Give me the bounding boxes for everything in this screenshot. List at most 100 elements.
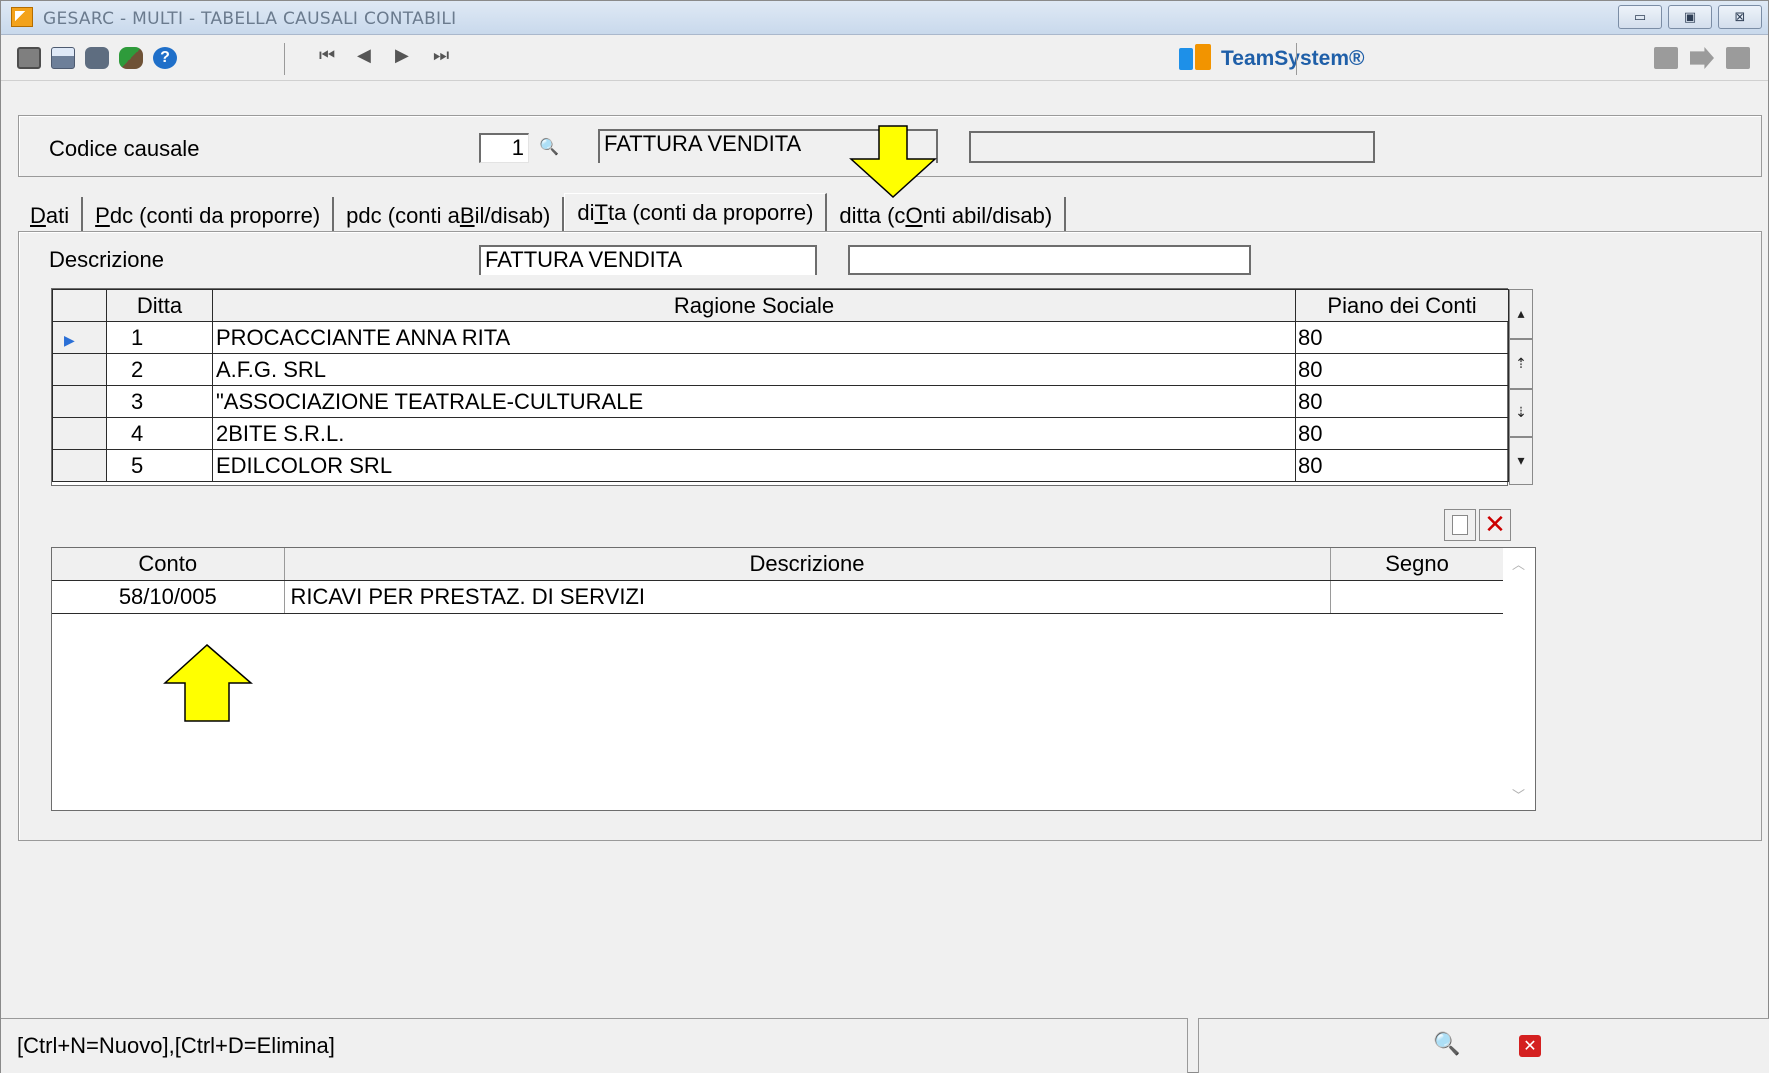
tab-label-prefix: pdc (conti a (346, 203, 460, 228)
delete-icon: ✕ (1484, 510, 1506, 540)
cell-ragione-sociale[interactable]: "ASSOCIAZIONE TEATRALE-CULTURALE (212, 385, 1296, 418)
cell-ditta[interactable]: 5 (106, 449, 213, 482)
cell-ragione-sociale[interactable]: A.F.G. SRL (212, 353, 1296, 386)
column-header-segno[interactable]: Segno (1330, 548, 1505, 581)
tab-label-prefix: di (577, 200, 595, 225)
toolbar: ? ⏮ ◀ ▶ ⏭ TeamSystem® (1, 35, 1768, 81)
close-icon[interactable]: ✕ (1519, 1035, 1541, 1057)
table-row[interactable]: ▶ 1 PROCACCIANTE ANNA RITA 80 (52, 321, 1509, 354)
row-indicator-header (52, 289, 107, 322)
cell-piano-dei-conti[interactable]: 80 (1295, 321, 1509, 354)
cell-piano-dei-conti[interactable]: 80 (1295, 353, 1509, 386)
tab-label-suffix: ati (45, 203, 70, 228)
export-icon[interactable] (85, 47, 109, 69)
previous-record-icon[interactable]: ◀ (357, 45, 371, 66)
column-header-conto[interactable]: Conto (52, 548, 285, 581)
column-header-piano-dei-conti[interactable]: Piano dei Conti (1295, 289, 1509, 322)
row-indicator[interactable] (52, 385, 107, 418)
app-window: GESARC - MULTI - TABELLA CAUSALI CONTABI… (0, 0, 1769, 1073)
brand-name: TeamSystem® (1221, 47, 1365, 70)
close-form-icon[interactable] (1726, 47, 1750, 69)
ditta-grid: Ditta Ragione Sociale Piano dei Conti ▶ 1… (51, 288, 1509, 486)
logo-block-blue (1179, 48, 1193, 70)
tab-5[interactable]: ditta (cOnti abil/disab) (827, 197, 1067, 233)
column-header-ragione-sociale[interactable]: Ragione Sociale (212, 289, 1296, 322)
page-up-button[interactable]: ⇡ (1509, 339, 1533, 389)
causale-extra-field (969, 131, 1375, 163)
teamsystem-logo (1179, 44, 1215, 72)
toolbar-separator (284, 43, 285, 75)
cell-ditta[interactable]: 2 (106, 353, 213, 386)
table-row[interactable]: 3 "ASSOCIAZIONE TEATRALE-CULTURALE 80 (52, 385, 1509, 418)
title-bar: GESARC - MULTI - TABELLA CAUSALI CONTABI… (1, 1, 1768, 35)
tab-1[interactable]: Dati (18, 197, 84, 233)
new-document-icon (1452, 515, 1468, 535)
window-title: GESARC - MULTI - TABELLA CAUSALI CONTABI… (43, 9, 457, 29)
maximize-button[interactable]: ▣ (1668, 5, 1712, 29)
forward-icon[interactable] (1690, 47, 1714, 69)
annotation-arrow-up (163, 643, 253, 722)
descrizione-extra-input[interactable] (848, 245, 1251, 275)
cell-descrizione[interactable]: RICAVI PER PRESTAZ. DI SERVIZI (284, 580, 1331, 614)
row-indicator[interactable] (52, 449, 107, 482)
import-icon[interactable] (119, 47, 143, 69)
table-row[interactable]: 2 A.F.G. SRL 80 (52, 353, 1509, 386)
delete-row-button[interactable]: ✕ (1479, 509, 1511, 541)
cell-ditta[interactable]: 1 (106, 321, 213, 354)
cell-conto[interactable]: 58/10/005 (52, 580, 285, 614)
search-icon[interactable]: 🔍 (539, 137, 559, 157)
cell-ragione-sociale[interactable]: PROCACCIANTE ANNA RITA (212, 321, 1296, 354)
tab-3[interactable]: pdc (conti aBil/disab) (334, 197, 565, 233)
toolbar-separator (1296, 43, 1297, 75)
row-indicator[interactable]: ▶ (52, 321, 107, 354)
new-row-button[interactable] (1444, 509, 1476, 541)
tab-2[interactable]: Pdc (conti da proporre) (83, 197, 335, 233)
print-icon[interactable] (51, 47, 75, 69)
tab-accelerator-key: D (30, 203, 46, 228)
tab-label-suffix: ta (conti da proporre) (607, 200, 814, 225)
logo-block-orange (1195, 44, 1211, 70)
cell-piano-dei-conti[interactable]: 80 (1295, 385, 1509, 418)
codice-causale-input[interactable]: 1 (479, 133, 529, 163)
cell-ditta[interactable]: 4 (106, 417, 213, 450)
last-record-icon[interactable]: ⏭ (433, 45, 449, 66)
tab-label-suffix: nti abil/disab) (922, 203, 1053, 228)
status-actions: 🔍 ✕ (1198, 1018, 1769, 1073)
preview-icon[interactable] (17, 47, 41, 69)
first-record-icon[interactable]: ⏮ (319, 45, 335, 66)
next-record-icon[interactable]: ▶ (395, 45, 409, 66)
table-row[interactable]: 5 EDILCOLOR SRL 80 (52, 449, 1509, 482)
table-row[interactable]: 58/10/005 RICAVI PER PRESTAZ. DI SERVIZI (52, 580, 1505, 614)
cell-ragione-sociale[interactable]: 2BITE S.R.L. (212, 417, 1296, 450)
help-icon[interactable]: ? (153, 47, 177, 69)
row-indicator[interactable] (52, 353, 107, 386)
close-button[interactable]: ⊠ (1718, 5, 1762, 29)
codice-causale-label: Codice causale (49, 136, 200, 161)
scroll-up-icon[interactable]: ︿ (1512, 554, 1525, 573)
column-header-descrizione[interactable]: Descrizione (284, 548, 1331, 581)
cell-segno[interactable] (1330, 580, 1505, 614)
descrizione-input[interactable]: FATTURA VENDITA (479, 245, 817, 275)
conti-grid-header: Conto Descrizione Segno (52, 548, 1505, 581)
tab-4[interactable]: diTta (conti da proporre) (564, 193, 828, 233)
current-row-icon: ▶ (64, 332, 75, 349)
cell-piano-dei-conti[interactable]: 80 (1295, 417, 1509, 450)
conti-scrollbar[interactable]: ︿ ﹀ (1503, 548, 1535, 810)
column-header-ditta[interactable]: Ditta (106, 289, 213, 322)
scroll-down-icon[interactable]: ﹀ (1512, 785, 1525, 804)
minimize-button[interactable]: ▭ (1618, 5, 1662, 29)
app-icon (11, 7, 33, 27)
cell-ditta[interactable]: 3 (106, 385, 213, 418)
row-indicator[interactable] (52, 417, 107, 450)
right-toolbar (1654, 47, 1750, 69)
page-down-button[interactable]: ⇣ (1509, 389, 1533, 437)
table-row[interactable]: 4 2BITE S.R.L. 80 (52, 417, 1509, 450)
descrizione-label: Descrizione (49, 247, 164, 272)
scroll-up-button[interactable]: ▴ (1509, 289, 1533, 339)
scroll-down-button[interactable]: ▾ (1509, 437, 1533, 485)
save-icon[interactable] (1654, 47, 1678, 69)
cell-piano-dei-conti[interactable]: 80 (1295, 449, 1509, 482)
tab-label-suffix: il/disab) (474, 203, 551, 228)
search-icon[interactable]: 🔍 (1433, 1031, 1460, 1057)
cell-ragione-sociale[interactable]: EDILCOLOR SRL (212, 449, 1296, 482)
